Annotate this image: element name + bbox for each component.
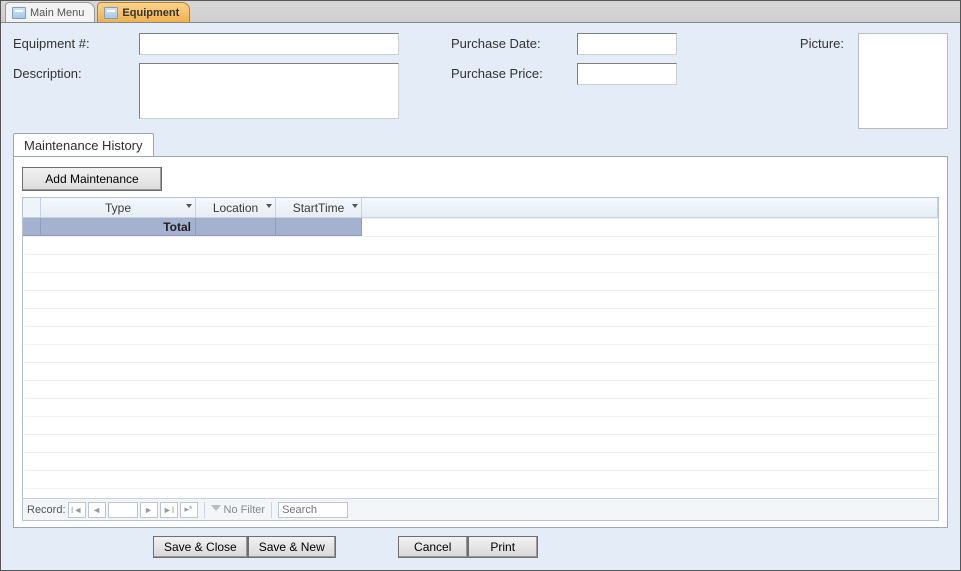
search-input[interactable]: [278, 502, 348, 518]
label-purchase-date: Purchase Date:: [451, 33, 571, 51]
record-number-input[interactable]: [108, 502, 138, 518]
description-field[interactable]: [139, 63, 399, 119]
chevron-down-icon: [266, 204, 272, 208]
tab-main-menu[interactable]: Main Menu: [5, 2, 95, 22]
nav-new-button[interactable]: ▸*: [180, 502, 198, 518]
maintenance-datasheet: Type Location StartTime: [22, 197, 939, 521]
equipment-no-field[interactable]: [139, 33, 399, 55]
label-equipment-no: Equipment #:: [13, 33, 133, 51]
purchase-price-field[interactable]: [577, 63, 677, 85]
nav-first-button[interactable]: I◄: [68, 502, 86, 518]
print-button[interactable]: Print: [468, 536, 538, 558]
col-label: Type: [105, 201, 131, 215]
chevron-down-icon: [352, 204, 358, 208]
row-selector-header[interactable]: [23, 198, 41, 217]
total-cell: Total: [41, 218, 196, 236]
total-row: Total: [23, 218, 938, 236]
tab-label: Equipment: [122, 7, 179, 19]
no-filter-indicator[interactable]: No Filter: [204, 502, 273, 518]
nav-prev-button[interactable]: ◄: [88, 502, 106, 518]
col-label: StartTime: [293, 201, 345, 215]
document-tab-strip: Main Menu Equipment: [1, 1, 960, 23]
tab-maintenance-history[interactable]: Maintenance History: [13, 133, 154, 157]
tab-label: Main Menu: [30, 7, 84, 19]
top-fields-grid: Equipment #: Purchase Date: Picture: Des…: [13, 33, 948, 119]
col-extra[interactable]: [362, 198, 938, 217]
datasheet-header: Type Location StartTime: [23, 198, 938, 218]
cancel-button[interactable]: Cancel: [398, 536, 468, 558]
inner-tab-head: Maintenance History: [13, 133, 948, 157]
label-description: Description:: [13, 63, 133, 81]
datasheet-body[interactable]: Total: [23, 218, 938, 498]
col-location[interactable]: Location: [196, 198, 276, 217]
record-label: Record:: [27, 504, 66, 516]
nav-next-button[interactable]: ►: [140, 502, 158, 518]
action-bar: Save & Close Save & New Cancel Print: [13, 532, 948, 562]
nav-last-button[interactable]: ►I: [160, 502, 178, 518]
label-purchase-price: Purchase Price:: [451, 63, 571, 81]
col-type[interactable]: Type: [41, 198, 196, 217]
no-filter-label: No Filter: [224, 504, 266, 516]
app-window: Main Menu Equipment Equipment #: Purchas…: [0, 0, 961, 571]
picture-box[interactable]: [858, 33, 948, 129]
funnel-icon: [211, 505, 221, 515]
tab-equipment[interactable]: Equipment: [97, 2, 190, 22]
chevron-down-icon: [186, 204, 192, 208]
equipment-form: Equipment #: Purchase Date: Picture: Des…: [1, 23, 960, 570]
grid-lines-decor: [23, 218, 938, 498]
col-label: Location: [213, 201, 258, 215]
form-icon: [12, 7, 26, 19]
save-new-button[interactable]: Save & New: [248, 536, 336, 558]
col-starttime[interactable]: StartTime: [276, 198, 362, 217]
record-navigator: Record: I◄ ◄ ► ►I ▸* No Filter: [23, 498, 938, 520]
row-selector[interactable]: [23, 218, 41, 236]
purchase-date-field[interactable]: [577, 33, 677, 55]
form-icon: [104, 7, 118, 19]
save-close-button[interactable]: Save & Close: [153, 536, 248, 558]
total-cell-location: [196, 218, 276, 236]
total-cell-starttime: [276, 218, 362, 236]
maintenance-tab-body: Add Maintenance Type Location: [13, 156, 948, 528]
add-maintenance-button[interactable]: Add Maintenance: [22, 167, 162, 191]
label-picture: Picture:: [683, 33, 852, 51]
maintenance-tab-control: Maintenance History Add Maintenance Type…: [13, 133, 948, 528]
